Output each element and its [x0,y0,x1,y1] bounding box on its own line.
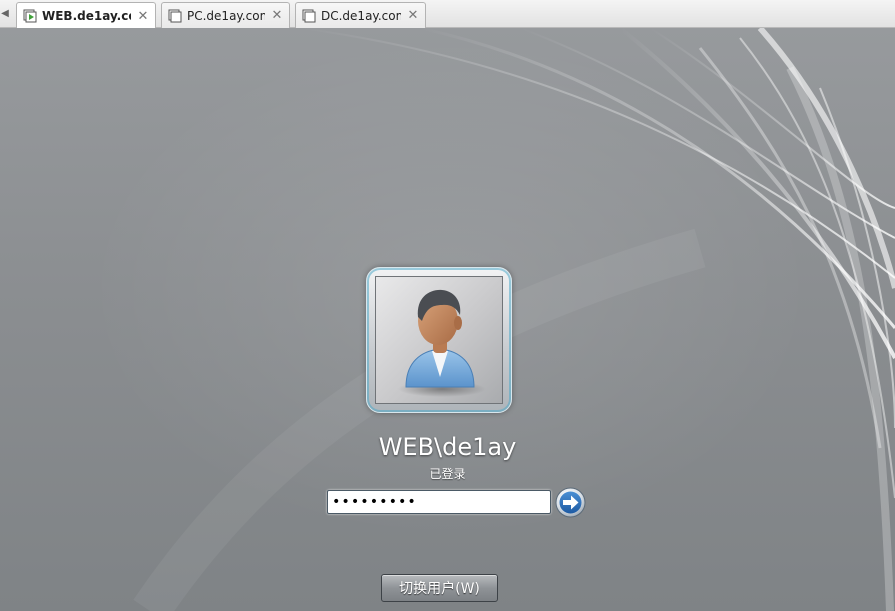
tab-scroll-left-button[interactable]: ◀ [0,6,10,22]
tab-pc[interactable]: PC.de1ay.com ✕ [161,2,290,28]
password-input[interactable] [327,490,551,514]
tab-label: WEB.de1ay.com [42,9,131,23]
submit-button[interactable] [555,487,586,518]
remote-session-icon [302,9,316,22]
avatar [375,276,503,404]
tab-label: DC.de1ay.com [321,8,401,23]
logon-status: 已登录 [429,467,466,481]
tab-label: PC.de1ay.com [187,8,265,23]
logon-screen: WEB\de1ay 已登录 ••••••••• 切换用户(W) [0,28,895,611]
tab-bar: ◀ WEB.de1ay.com ✕ PC.de1ay.com ✕ DC.d [0,0,895,29]
remote-desktop-window: ◀ WEB.de1ay.com ✕ PC.de1ay.com ✕ DC.d [0,0,895,611]
remote-session-active-icon [23,9,37,23]
tab-dc[interactable]: DC.de1ay.com ✕ [295,2,426,28]
user-tile[interactable] [366,267,512,413]
close-icon[interactable]: ✕ [137,9,149,24]
remote-session-icon [168,9,182,22]
switch-user-button[interactable]: 切换用户(W) [381,574,498,602]
user-avatar-icon [398,289,486,397]
username-label: WEB\de1ay [378,433,517,461]
close-icon[interactable]: ✕ [407,8,419,23]
arrow-right-icon [555,487,586,518]
tab-web[interactable]: WEB.de1ay.com ✕ [16,2,156,29]
close-icon[interactable]: ✕ [271,8,283,23]
